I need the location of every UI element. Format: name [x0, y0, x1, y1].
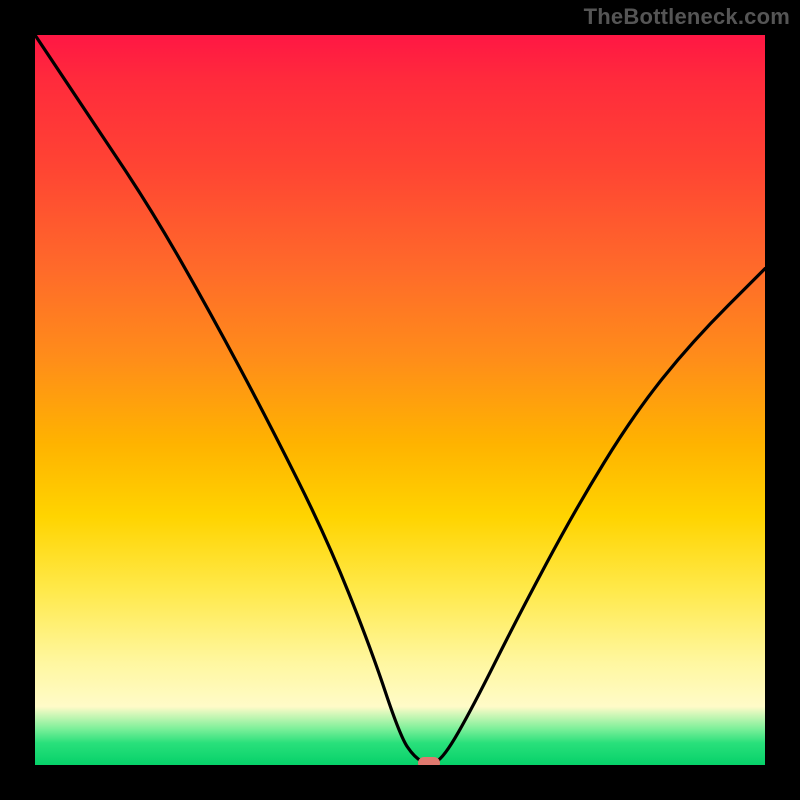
watermark-text: TheBottleneck.com — [584, 4, 790, 30]
bottleneck-curve — [35, 35, 765, 765]
curve-path — [35, 35, 765, 763]
optimum-marker — [418, 757, 440, 765]
plot-area — [35, 35, 765, 765]
chart-frame: TheBottleneck.com — [0, 0, 800, 800]
